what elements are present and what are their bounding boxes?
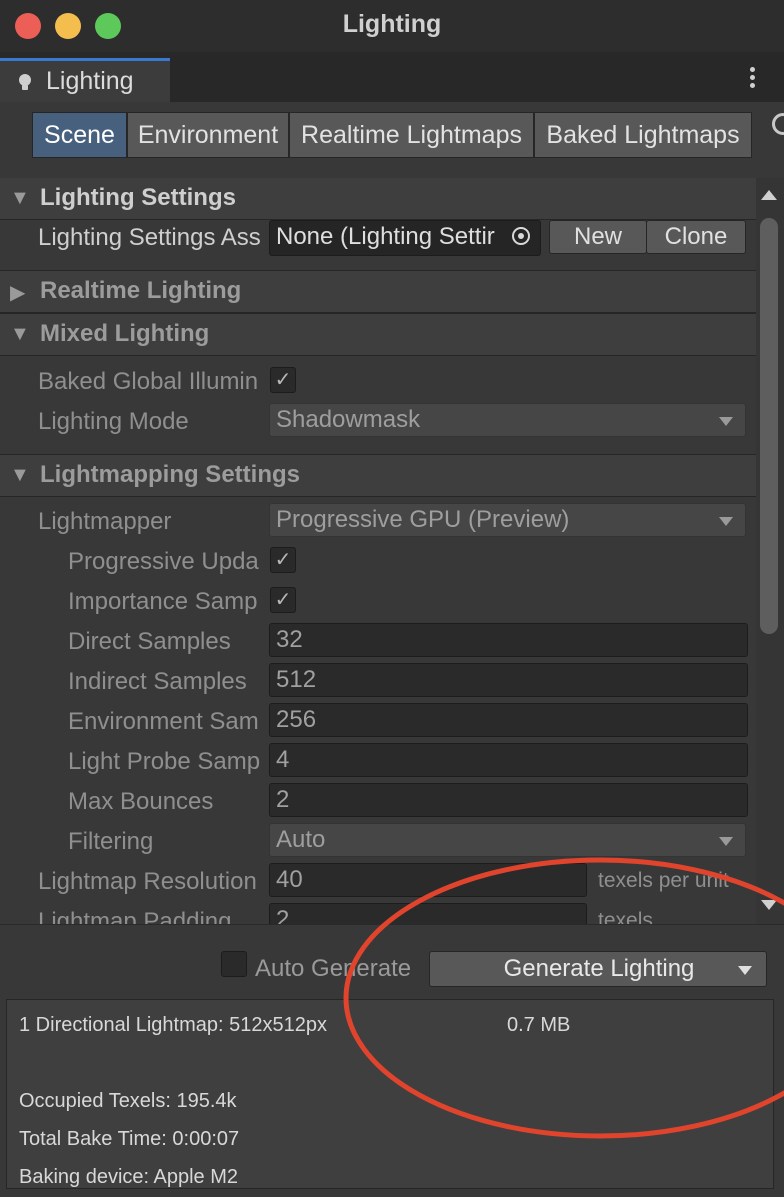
section-title: Lightmapping Settings <box>40 461 300 488</box>
environment-samples-label: Environment Sam <box>68 708 259 735</box>
baked-gi-checkbox[interactable]: ✓ <box>270 367 296 393</box>
bake-panel: Auto Generate Generate Lighting 1 Direct… <box>0 924 784 1197</box>
direct-samples-field[interactable]: 32 <box>269 623 748 657</box>
progressive-updates-checkbox[interactable]: ✓ <box>270 547 296 573</box>
lightmap-resolution-field[interactable]: 40 <box>269 863 587 897</box>
tab-lighting[interactable]: Lighting <box>0 58 170 102</box>
light-probe-samples-label: Light Probe Samp <box>68 748 261 775</box>
indirect-samples-field[interactable]: 512 <box>269 663 748 697</box>
generate-lighting-button[interactable]: Generate Lighting <box>429 951 767 987</box>
more-options-icon[interactable] <box>750 64 756 91</box>
indirect-samples-label: Indirect Samples <box>68 668 247 695</box>
lighting-settings-asset-field[interactable]: None (Lighting Settir <box>269 220 541 256</box>
window-title: Lighting <box>342 10 442 38</box>
section-title: Realtime Lighting <box>40 277 242 304</box>
lighting-settings-asset-label: Lighting Settings Ass <box>38 224 261 251</box>
max-bounces-field[interactable]: 2 <box>269 783 748 817</box>
filtering-label: Filtering <box>68 828 154 855</box>
scroll-up-icon[interactable] <box>761 190 777 200</box>
section-title: Mixed Lighting <box>40 320 210 347</box>
importance-sampling-label: Importance Samp <box>68 588 258 615</box>
tab-label: Lighting <box>46 67 134 95</box>
total-bake-time: Total Bake Time: 0:00:07 <box>19 1128 240 1150</box>
baking-device: Baking device: Apple M2 <box>19 1166 239 1188</box>
tab-scene[interactable]: Scene <box>32 112 127 158</box>
lightmap-stats-panel: 1 Directional Lightmap: 512x512px 0.7 MB… <box>6 999 774 1189</box>
light-probe-samples-field[interactable]: 4 <box>269 743 748 777</box>
scroll-down-icon[interactable] <box>761 900 777 910</box>
padding-suffix: texels <box>598 909 653 924</box>
occupied-texels: Occupied Texels: 195.4k <box>19 1090 237 1112</box>
clone-button[interactable]: Clone <box>646 220 746 254</box>
dropdown-value: Shadowmask <box>276 406 421 433</box>
section-title: Lighting Settings <box>40 184 236 211</box>
chevron-down-icon <box>719 837 733 846</box>
asset-field-value: None (Lighting Settir <box>276 223 495 250</box>
environment-samples-field[interactable]: 256 <box>269 703 748 737</box>
collapsed-arrow-icon: ▶ <box>10 282 26 304</box>
tab-baked-lightmaps[interactable]: Baked Lightmaps <box>534 112 752 158</box>
section-lightmapping-settings[interactable]: ▼ Lightmapping Settings <box>0 454 756 497</box>
section-mixed-lighting[interactable]: ▼ Mixed Lighting <box>0 313 756 356</box>
object-picker-icon[interactable] <box>512 227 530 245</box>
tab-environment[interactable]: Environment <box>127 112 289 158</box>
chevron-down-icon <box>719 417 733 426</box>
tabs-overflow-icon[interactable] <box>772 113 784 135</box>
progressive-updates-label: Progressive Upda <box>68 548 259 575</box>
tab-realtime-lightmaps[interactable]: Realtime Lightmaps <box>289 112 534 158</box>
section-realtime-lighting[interactable]: ▶ Realtime Lighting <box>0 270 756 313</box>
direct-samples-label: Direct Samples <box>68 628 231 655</box>
lighting-mode-dropdown[interactable]: Shadowmask <box>269 403 746 437</box>
tab-bar: Lighting <box>0 52 784 102</box>
new-button[interactable]: New <box>549 220 647 254</box>
expanded-arrow-icon: ▼ <box>10 464 30 486</box>
lightmap-padding-label: Lightmap Padding <box>38 908 232 924</box>
dropdown-value: Progressive GPU (Preview) <box>276 506 570 533</box>
lightmap-resolution-label: Lightmap Resolution <box>38 868 257 895</box>
lighting-mode-label: Lighting Mode <box>38 408 189 435</box>
expanded-arrow-icon: ▼ <box>10 323 30 345</box>
lightmap-padding-field[interactable]: 2 <box>269 903 587 924</box>
chevron-down-icon[interactable] <box>738 966 752 975</box>
title-bar: Lighting <box>0 0 784 52</box>
inspector-content[interactable]: ▼ Lighting Settings Lighting Settings As… <box>0 178 756 924</box>
section-lighting-settings[interactable]: ▼ Lighting Settings <box>0 178 756 220</box>
resolution-suffix: texels per unit <box>598 869 729 892</box>
lightbulb-icon <box>19 74 31 90</box>
lightmap-size: 0.7 MB <box>507 1014 571 1036</box>
auto-generate-label: Auto Generate <box>255 955 412 982</box>
max-bounces-label: Max Bounces <box>68 788 214 815</box>
scrollbar-thumb[interactable] <box>760 218 778 634</box>
filtering-dropdown[interactable]: Auto <box>269 823 746 857</box>
lightmap-info: 1 Directional Lightmap: 512x512px <box>19 1014 327 1036</box>
lightmapper-dropdown[interactable]: Progressive GPU (Preview) <box>269 503 746 537</box>
baked-gi-label: Baked Global Illumin <box>38 368 259 395</box>
expanded-arrow-icon: ▼ <box>10 187 30 209</box>
importance-sampling-checkbox[interactable]: ✓ <box>270 587 296 613</box>
dropdown-value: Auto <box>276 826 326 853</box>
auto-generate-checkbox[interactable] <box>221 951 247 977</box>
chevron-down-icon <box>719 517 733 526</box>
vertical-scrollbar[interactable] <box>756 178 784 924</box>
generate-lighting-label: Generate Lighting <box>503 955 695 982</box>
lightmapper-label: Lightmapper <box>38 508 172 535</box>
